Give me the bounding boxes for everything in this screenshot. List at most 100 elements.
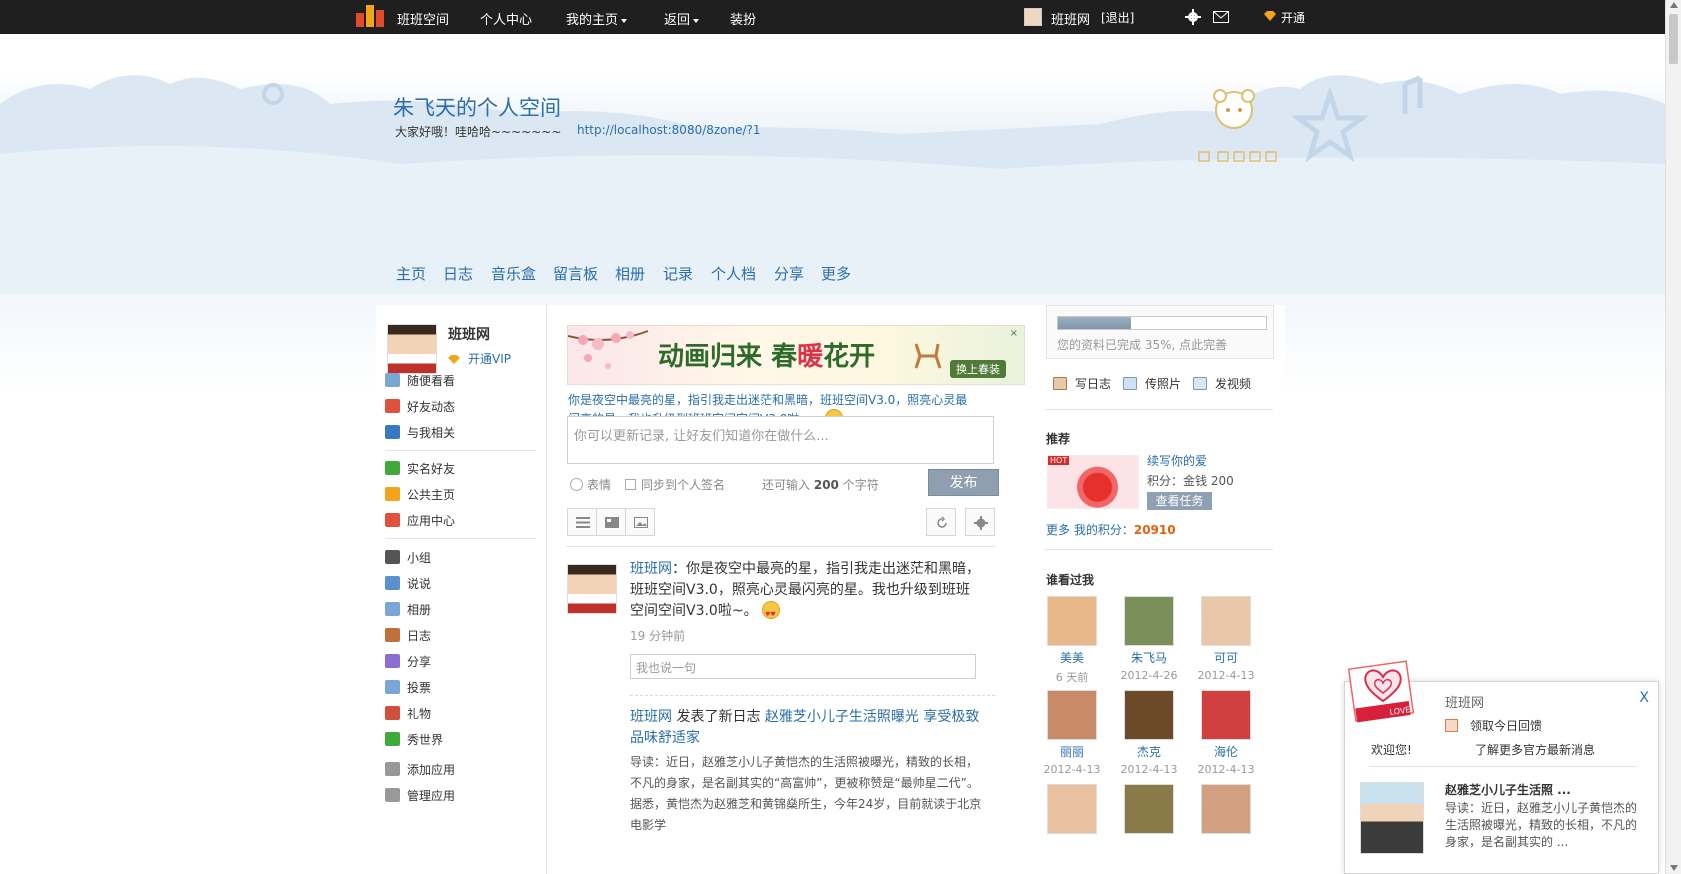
open-vip-label: 开通VIP: [468, 352, 511, 366]
brand-link[interactable]: 班班空间: [397, 9, 449, 28]
feed-author-link[interactable]: 班班网: [630, 709, 672, 725]
visitor-name[interactable]: 海伦: [1196, 743, 1256, 760]
divider: [1045, 409, 1273, 410]
visitor-card[interactable]: [1042, 784, 1102, 834]
nav-back[interactable]: 返回: [664, 9, 700, 28]
open-vip-link[interactable]: 开通VIP: [448, 350, 511, 367]
sidebar-item-vote[interactable]: 投票: [385, 679, 431, 696]
publish-button[interactable]: 发布: [928, 469, 999, 496]
visitor-card[interactable]: 丽丽 2012-4-13: [1042, 690, 1102, 776]
sidebar-item-blog[interactable]: 日志: [385, 627, 431, 644]
brand-logo-icon[interactable]: [356, 5, 388, 27]
sidebar-item-manage-apps[interactable]: 管理应用: [385, 787, 455, 804]
emote-button[interactable]: 表情: [570, 476, 611, 493]
sidebar-item-public-pages[interactable]: 公共主页: [385, 486, 455, 503]
nav-my-homepage[interactable]: 我的主页: [566, 9, 628, 28]
gear-icon[interactable]: [1185, 9, 1201, 25]
space-url-link[interactable]: http://localhost:8080/8zone/?1: [577, 123, 761, 137]
page-scrollbar[interactable]: [1665, 0, 1681, 874]
refresh-button[interactable]: [926, 508, 956, 536]
sync-signature-checkbox[interactable]: 同步到个人签名: [625, 476, 725, 493]
sidebar-item-app-center[interactable]: 应用中心: [385, 512, 455, 529]
close-icon[interactable]: ×: [1010, 328, 1018, 339]
visitor-card[interactable]: 杰克 2012-4-13: [1119, 690, 1179, 776]
sidebar-item-show-world[interactable]: 秀世界: [385, 731, 443, 748]
tab-album[interactable]: 相册: [615, 263, 645, 284]
view-task-button[interactable]: 查看任务: [1147, 492, 1212, 510]
profile-completion-box[interactable]: 您的资料已完成 35%, 点此完善: [1046, 305, 1274, 359]
visitor-date: 2012-4-13: [1197, 763, 1255, 776]
post-video-button[interactable]: 发视频: [1193, 375, 1251, 392]
chevron-down-icon: [693, 18, 700, 23]
visitor-card[interactable]: [1119, 784, 1179, 834]
promo-banner[interactable]: 动画归来 春暖花开 换上春装 ×: [567, 325, 1025, 385]
news-thumbnail[interactable]: [1360, 782, 1424, 854]
open-vip-link[interactable]: 开通: [1281, 9, 1305, 26]
sidebar-username[interactable]: 班班网: [448, 324, 490, 344]
write-blog-button[interactable]: 写日志: [1053, 375, 1111, 392]
nav-personal-center[interactable]: 个人中心: [480, 9, 532, 28]
tab-share[interactable]: 分享: [774, 263, 804, 284]
visitor-card[interactable]: 朱飞马 2012-4-26: [1119, 596, 1179, 682]
sidebar-item-album[interactable]: 相册: [385, 601, 431, 618]
mail-icon[interactable]: [1213, 11, 1229, 23]
pause-icon[interactable]: [1217, 151, 1229, 162]
recommend-image[interactable]: HOT: [1047, 455, 1139, 509]
sidebar-item-add-app[interactable]: 添加应用: [385, 761, 455, 778]
sidebar-item-mentions[interactable]: 与我相关: [385, 424, 455, 441]
sidebar-item-browse[interactable]: 随便看看: [385, 372, 455, 389]
playlist-icon[interactable]: [1265, 151, 1277, 162]
reply-input[interactable]: 我也说一句: [630, 654, 976, 679]
sidebar-item-groups[interactable]: 小组: [385, 549, 431, 566]
scrollbar-thumb[interactable]: [1669, 14, 1678, 64]
card-view-button[interactable]: [596, 508, 626, 536]
tab-blog[interactable]: 日志: [443, 263, 473, 284]
tab-home[interactable]: 主页: [396, 263, 426, 284]
sidebar-item-posts[interactable]: 说说: [385, 575, 431, 592]
more-link[interactable]: 更多: [1046, 523, 1070, 537]
avatar[interactable]: [387, 324, 437, 374]
official-news-link[interactable]: 了解更多官方最新消息: [1475, 741, 1595, 758]
visitor-name[interactable]: 可可: [1196, 649, 1256, 666]
sidebar-item-gifts[interactable]: 礼物: [385, 705, 431, 722]
visitor-date: 6 天前: [1055, 671, 1089, 684]
tab-more[interactable]: 更多: [821, 263, 851, 284]
tab-profile[interactable]: 个人档: [711, 263, 756, 284]
sidebar-item-friend-feed[interactable]: 好友动态: [385, 398, 455, 415]
logout-link[interactable]: [退出]: [1101, 9, 1134, 26]
next-icon[interactable]: [1249, 151, 1261, 162]
user-avatar[interactable]: [1024, 8, 1042, 26]
close-icon[interactable]: X: [1639, 690, 1649, 706]
visitor-name[interactable]: 丽丽: [1042, 743, 1102, 760]
daily-reward-link[interactable]: 领取今日回馈: [1445, 717, 1542, 734]
feed-author-link[interactable]: 班班网: [630, 561, 672, 577]
scroll-down-icon[interactable]: [1670, 865, 1678, 871]
visitor-card[interactable]: [1196, 784, 1256, 834]
sidebar-item-real-friends[interactable]: 实名好友: [385, 460, 455, 477]
visitor-name[interactable]: 朱飞马: [1119, 649, 1179, 666]
tab-records[interactable]: 记录: [663, 263, 693, 284]
stop-icon[interactable]: [1233, 151, 1245, 162]
recommend-title-link[interactable]: 续写你的爱: [1147, 452, 1207, 469]
visitor-name[interactable]: 美美: [1042, 649, 1102, 666]
recommend-points: 积分：金钱 200: [1147, 474, 1234, 488]
visitor-card[interactable]: 美美 6 天前: [1042, 596, 1102, 685]
tab-message-board[interactable]: 留言板: [553, 263, 598, 284]
list-view-button[interactable]: [567, 508, 597, 536]
apply-spring-skin-button[interactable]: 换上春装: [950, 360, 1006, 378]
news-title-link[interactable]: 赵雅芝小儿子生活照 ...: [1445, 781, 1571, 798]
photo-view-button[interactable]: [625, 508, 655, 536]
previous-icon[interactable]: [1198, 151, 1210, 162]
visitor-name[interactable]: 杰克: [1119, 743, 1179, 760]
avatar[interactable]: [567, 564, 617, 614]
feed-settings-button[interactable]: [965, 508, 995, 536]
visitor-card[interactable]: 海伦 2012-4-13: [1196, 690, 1256, 776]
sidebar-item-share[interactable]: 分享: [385, 653, 431, 670]
tab-music-box[interactable]: 音乐盒: [491, 263, 536, 284]
scroll-up-icon[interactable]: [1670, 2, 1678, 8]
visitor-card[interactable]: 可可 2012-4-13: [1196, 596, 1256, 682]
username-link[interactable]: 班班网: [1051, 9, 1090, 28]
status-input[interactable]: 你可以更新记录, 让好友们知道你在做什么...: [567, 416, 994, 464]
nav-decorate[interactable]: 装扮: [730, 9, 756, 28]
upload-photo-button[interactable]: 传照片: [1123, 375, 1181, 392]
